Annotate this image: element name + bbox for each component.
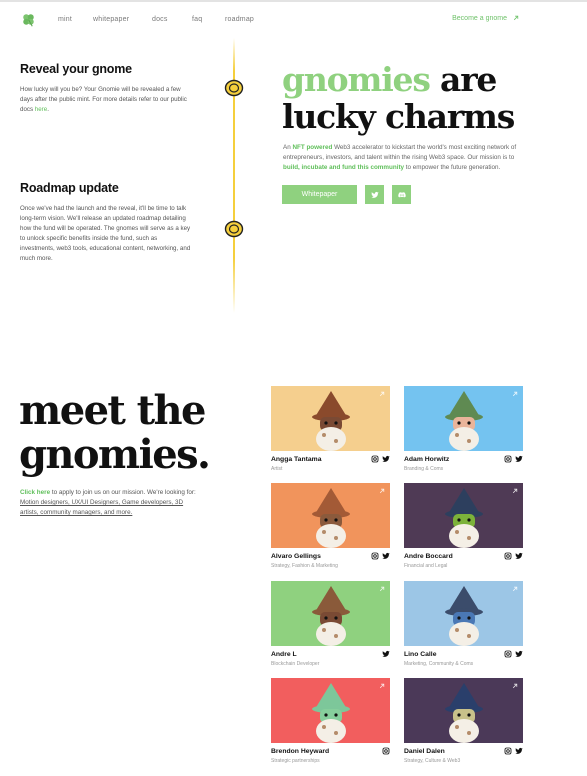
nav-link-mint[interactable]: mint bbox=[58, 16, 72, 23]
team-card[interactable]: Adam Horwitz Branding & Coms bbox=[404, 386, 523, 472]
member-role: Artist bbox=[271, 466, 283, 472]
hero-title-line2: lucky charms bbox=[282, 97, 515, 136]
meet-text: Click here to apply to join us on our mi… bbox=[20, 489, 196, 516]
arrow-up-right-icon bbox=[513, 15, 519, 21]
twitter-icon[interactable] bbox=[382, 455, 390, 463]
gnome-avatar-icon bbox=[312, 391, 350, 451]
social-links bbox=[371, 455, 390, 463]
instagram-icon[interactable] bbox=[504, 650, 512, 658]
gnome-avatar-icon bbox=[445, 391, 483, 451]
arrow-up-right-icon[interactable] bbox=[379, 683, 385, 689]
member-role: Strategic partnerships bbox=[271, 758, 320, 764]
member-role: Marketing, Community & Coms bbox=[404, 661, 474, 667]
top-border bbox=[0, 0, 587, 2]
gnome-avatar-icon bbox=[445, 586, 483, 646]
twitter-icon bbox=[370, 191, 379, 198]
team-card[interactable]: Andre Boccard Financial and Legal bbox=[404, 483, 523, 569]
social-links bbox=[504, 552, 523, 560]
instagram-icon[interactable] bbox=[504, 552, 512, 560]
team-card[interactable]: Alvaro Gellings Strategy, Fashion & Marke… bbox=[271, 483, 390, 569]
member-name: Alvaro Gellings bbox=[271, 553, 321, 560]
gnome-avatar-icon bbox=[445, 488, 483, 548]
gnome-avatar-icon bbox=[312, 488, 350, 548]
social-links bbox=[382, 650, 390, 658]
social-links bbox=[371, 552, 390, 560]
twitter-icon[interactable] bbox=[515, 747, 523, 755]
gnome-portrait bbox=[404, 483, 523, 548]
instagram-icon[interactable] bbox=[504, 747, 512, 755]
roadmap-title-update: Roadmap update bbox=[20, 181, 119, 195]
gnome-portrait bbox=[271, 678, 390, 743]
click-here-link[interactable]: Click here bbox=[20, 489, 50, 496]
gnome-portrait bbox=[404, 678, 523, 743]
arrow-up-right-icon[interactable] bbox=[512, 391, 518, 397]
instagram-icon[interactable] bbox=[382, 747, 390, 755]
member-role: Financial and Legal bbox=[404, 563, 448, 569]
arrow-up-right-icon[interactable] bbox=[512, 683, 518, 689]
member-role: Strategy, Fashion & Marketing bbox=[271, 563, 338, 569]
social-links bbox=[504, 747, 523, 755]
team-card[interactable]: Angga Tantama Artist bbox=[271, 386, 390, 472]
instagram-icon[interactable] bbox=[371, 455, 379, 463]
nav-link-whitepaper[interactable]: whitepaper bbox=[93, 16, 129, 23]
roadmap-title-reveal: Reveal your gnome bbox=[20, 62, 132, 76]
coin-icon bbox=[224, 79, 244, 97]
roadmap-text-update: Once we've had the launch and the reveal… bbox=[20, 205, 191, 262]
gnome-portrait bbox=[271, 386, 390, 451]
member-name: Angga Tantama bbox=[271, 456, 322, 463]
member-name: Daniel Dalen bbox=[404, 748, 445, 755]
twitter-icon[interactable] bbox=[382, 650, 390, 658]
twitter-icon[interactable] bbox=[515, 455, 523, 463]
team-card[interactable]: Andre L Blockchain Developer bbox=[271, 581, 390, 667]
member-name: Adam Horwitz bbox=[404, 456, 450, 463]
whitepaper-button[interactable]: Whitepaper bbox=[282, 185, 357, 204]
twitter-icon[interactable] bbox=[515, 552, 523, 560]
gnome-portrait bbox=[271, 581, 390, 646]
roles-link[interactable]: Motion designers, UX/UI Designers, Game … bbox=[20, 499, 183, 516]
arrow-up-right-icon[interactable] bbox=[512, 488, 518, 494]
nav-link-docs[interactable]: docs bbox=[152, 16, 168, 23]
twitter-button[interactable] bbox=[365, 185, 384, 204]
nav-link-faq[interactable]: faq bbox=[192, 16, 202, 23]
clover-logo-icon[interactable] bbox=[21, 12, 36, 27]
become-gnome-link[interactable]: Become a gnome bbox=[452, 15, 507, 22]
hero-description: An NFT powered Web3 accelerator to kicks… bbox=[283, 144, 517, 171]
roadmap-text-reveal: How lucky will you be? Your Gnomie will … bbox=[20, 86, 187, 113]
gnome-avatar-icon bbox=[445, 683, 483, 743]
instagram-icon[interactable] bbox=[504, 455, 512, 463]
gnome-portrait bbox=[404, 581, 523, 646]
member-role: Blockchain Developer bbox=[271, 661, 320, 667]
meet-title: meet the gnomies. bbox=[19, 387, 211, 478]
docs-here-link[interactable]: here bbox=[35, 106, 47, 113]
twitter-icon[interactable] bbox=[382, 552, 390, 560]
arrow-up-right-icon[interactable] bbox=[512, 586, 518, 592]
member-name: Lino Calle bbox=[404, 651, 437, 658]
social-links bbox=[504, 650, 523, 658]
member-role: Branding & Coms bbox=[404, 466, 444, 472]
member-name: Andre Boccard bbox=[404, 553, 453, 560]
twitter-icon[interactable] bbox=[515, 650, 523, 658]
arrow-up-right-icon[interactable] bbox=[379, 586, 385, 592]
instagram-icon[interactable] bbox=[371, 552, 379, 560]
member-name: Andre L bbox=[271, 651, 297, 658]
team-card[interactable]: Lino Calle Marketing, Community & Coms bbox=[404, 581, 523, 667]
nav-link-roadmap[interactable]: roadmap bbox=[225, 16, 254, 23]
coin-icon bbox=[224, 220, 244, 238]
gnome-avatar-icon bbox=[312, 586, 350, 646]
social-links bbox=[504, 455, 523, 463]
gnome-portrait bbox=[404, 386, 523, 451]
member-name: Brendon Heyward bbox=[271, 748, 330, 755]
team-card[interactable]: Brendon Heyward Strategic partnerships bbox=[271, 678, 390, 764]
hero-title: gnomies are bbox=[282, 60, 497, 99]
team-card[interactable]: Daniel Dalen Strategy, Culture & Web3 bbox=[404, 678, 523, 764]
gnome-portrait bbox=[271, 483, 390, 548]
arrow-up-right-icon[interactable] bbox=[379, 391, 385, 397]
discord-icon bbox=[397, 191, 406, 197]
social-links bbox=[382, 747, 390, 755]
discord-button[interactable] bbox=[392, 185, 411, 204]
gnome-avatar-icon bbox=[312, 683, 350, 743]
arrow-up-right-icon[interactable] bbox=[379, 488, 385, 494]
member-role: Strategy, Culture & Web3 bbox=[404, 758, 461, 764]
